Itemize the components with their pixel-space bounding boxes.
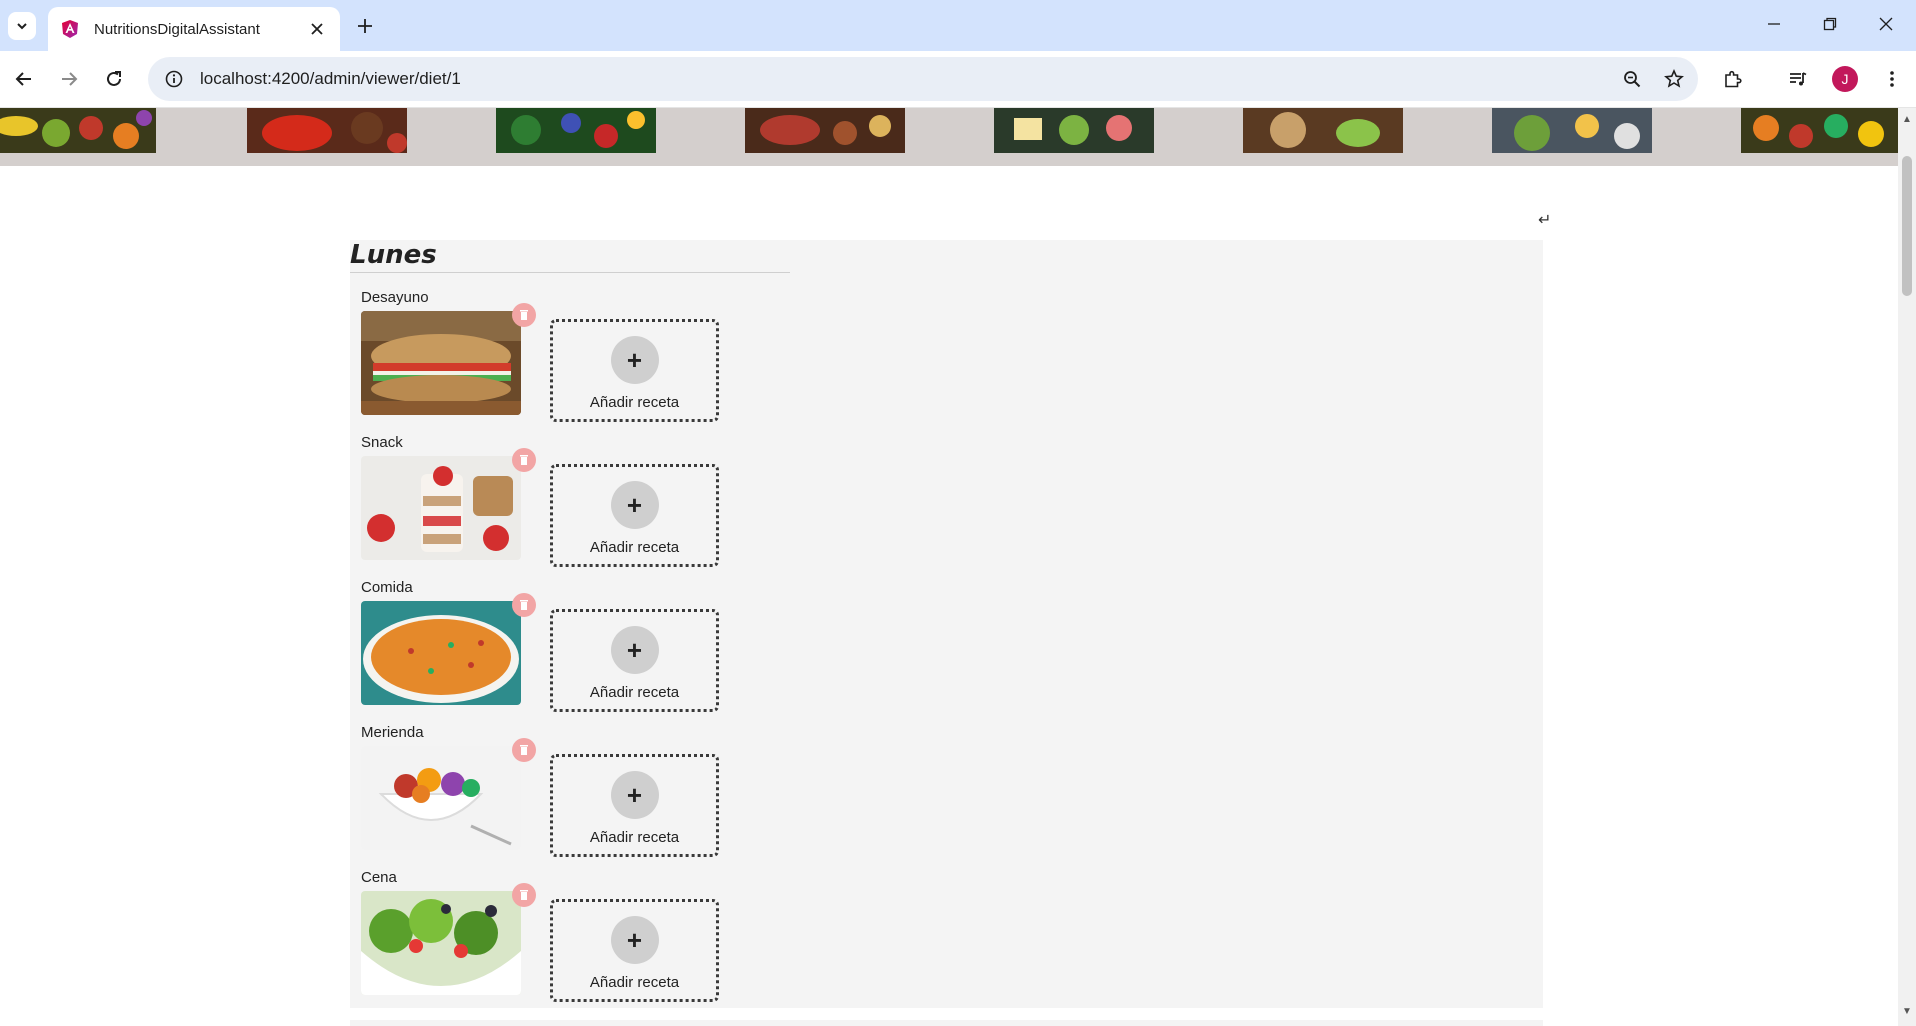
browser-toolbar: localhost:4200/admin/viewer/diet/1 [0, 51, 1916, 108]
add-recipe-label: Añadir receta [589, 829, 680, 846]
address-bar[interactable]: localhost:4200/admin/viewer/diet/1 [148, 57, 1698, 101]
tab-title: NutritionsDigitalAssistant [94, 20, 260, 38]
trash-icon [520, 600, 528, 610]
meal-section-snack: Snack + Añadir receta [361, 434, 961, 579]
add-recipe-label: Añadir receta [589, 539, 680, 556]
scrollbar-thumb[interactable] [1902, 156, 1912, 296]
meal-section-merienda: Merienda + Añadir receta [361, 724, 961, 869]
recipe-image-salad[interactable] [361, 891, 521, 995]
trash-icon [520, 745, 528, 755]
trash-icon [520, 890, 528, 900]
remove-recipe-button[interactable] [512, 448, 536, 472]
meal-label: Comida [361, 579, 413, 596]
back-button[interactable] [7, 62, 41, 96]
plus-icon [358, 19, 372, 33]
add-recipe-label: Añadir receta [589, 684, 680, 701]
arrow-left-icon [15, 72, 31, 86]
add-recipe-button[interactable]: + Añadir receta [550, 464, 719, 567]
scroll-down-icon[interactable]: ▼ [1902, 1006, 1912, 1017]
recipe-image-fruit-bowl[interactable] [361, 746, 521, 850]
plus-icon: + [610, 336, 659, 384]
banner-bowls-image [1492, 108, 1652, 153]
minimize-button[interactable] [1746, 0, 1802, 48]
forward-button[interactable] [52, 62, 86, 96]
bookmark-button[interactable] [1656, 61, 1692, 97]
page-viewport: ↵ Lunes Desayuno + Añadir receta Snack +… [0, 108, 1898, 1026]
minimize-icon [1768, 23, 1780, 25]
zoom-out-icon [1624, 71, 1641, 88]
banner-greens-image [496, 108, 656, 153]
trash-icon [520, 455, 528, 465]
remove-recipe-button[interactable] [512, 303, 536, 327]
plus-icon: + [610, 916, 659, 964]
close-icon [311, 23, 323, 35]
day-title: Lunes [350, 240, 790, 273]
meal-label: Desayuno [361, 289, 429, 306]
tab-close-button[interactable] [306, 18, 328, 40]
window-close-button[interactable] [1858, 0, 1914, 48]
reload-icon [107, 71, 121, 86]
add-recipe-button[interactable]: + Añadir receta [550, 319, 719, 422]
site-info-button[interactable] [154, 57, 194, 101]
add-recipe-label: Añadir receta [589, 394, 680, 411]
url-text[interactable]: localhost:4200/admin/viewer/diet/1 [200, 69, 1614, 89]
reload-button[interactable] [97, 62, 131, 96]
add-recipe-button[interactable]: + Añadir receta [550, 754, 719, 857]
puzzle-icon [1725, 70, 1742, 88]
new-tab-button[interactable] [350, 11, 380, 41]
kebab-menu-icon [1890, 71, 1894, 87]
restore-icon [1823, 17, 1837, 31]
profile-avatar[interactable]: J [1832, 66, 1858, 92]
media-button[interactable] [1781, 62, 1815, 96]
plus-icon: + [610, 481, 659, 529]
recipe-image-paella[interactable] [361, 601, 521, 705]
banner-salad-image [994, 108, 1154, 153]
remove-recipe-button[interactable] [512, 593, 536, 617]
meal-label: Cena [361, 869, 397, 886]
star-icon [1664, 69, 1684, 88]
arrow-right-icon [62, 72, 78, 86]
trash-icon [520, 310, 528, 320]
angular-favicon-icon [62, 20, 78, 38]
extensions-button[interactable] [1716, 62, 1750, 96]
banner-mixed-produce-image [1741, 108, 1898, 153]
banner-grains-image [1243, 108, 1403, 153]
menu-button[interactable] [1875, 62, 1909, 96]
recipe-image-yogurt-parfait[interactable] [361, 456, 521, 560]
remove-recipe-button[interactable] [512, 883, 536, 907]
banner-proteins-image [745, 108, 905, 153]
add-recipe-button[interactable]: + Añadir receta [550, 899, 719, 1002]
remove-recipe-button[interactable] [512, 738, 536, 762]
playlist-icon [1790, 72, 1807, 86]
meal-section-comida: Comida + Añadir receta [361, 579, 961, 724]
plus-icon: + [610, 626, 659, 674]
zoom-button[interactable] [1614, 61, 1650, 97]
meal-section-desayuno: Desayuno + Añadir receta [361, 289, 961, 434]
meal-label: Merienda [361, 724, 424, 741]
banner-fruits-image [0, 108, 156, 153]
browser-tab[interactable]: NutritionsDigitalAssistant [48, 7, 340, 51]
tab-search-button[interactable] [8, 12, 36, 40]
day-panel: Lunes Desayuno + Añadir receta Snack + A… [350, 240, 1543, 1008]
banner-vegetables-image [247, 108, 407, 153]
restore-button[interactable] [1802, 0, 1858, 48]
chevron-down-icon [17, 23, 27, 30]
recipe-image-sandwich[interactable] [361, 311, 521, 415]
meal-section-cena: Cena + Añadir receta [361, 869, 961, 1014]
page-scrollbar[interactable]: ▲ ▼ [1898, 108, 1916, 1026]
return-icon[interactable]: ↵ [1538, 210, 1551, 230]
next-day-panel [350, 1020, 1543, 1026]
info-icon [165, 70, 183, 88]
browser-tab-bar: NutritionsDigitalAssistant [0, 0, 1916, 51]
add-recipe-label: Añadir receta [589, 974, 680, 991]
add-recipe-button[interactable]: + Añadir receta [550, 609, 719, 712]
header-banner [0, 108, 1898, 166]
meal-label: Snack [361, 434, 403, 451]
plus-icon: + [610, 771, 659, 819]
close-icon [1879, 17, 1893, 31]
scroll-up-icon[interactable]: ▲ [1902, 114, 1912, 125]
